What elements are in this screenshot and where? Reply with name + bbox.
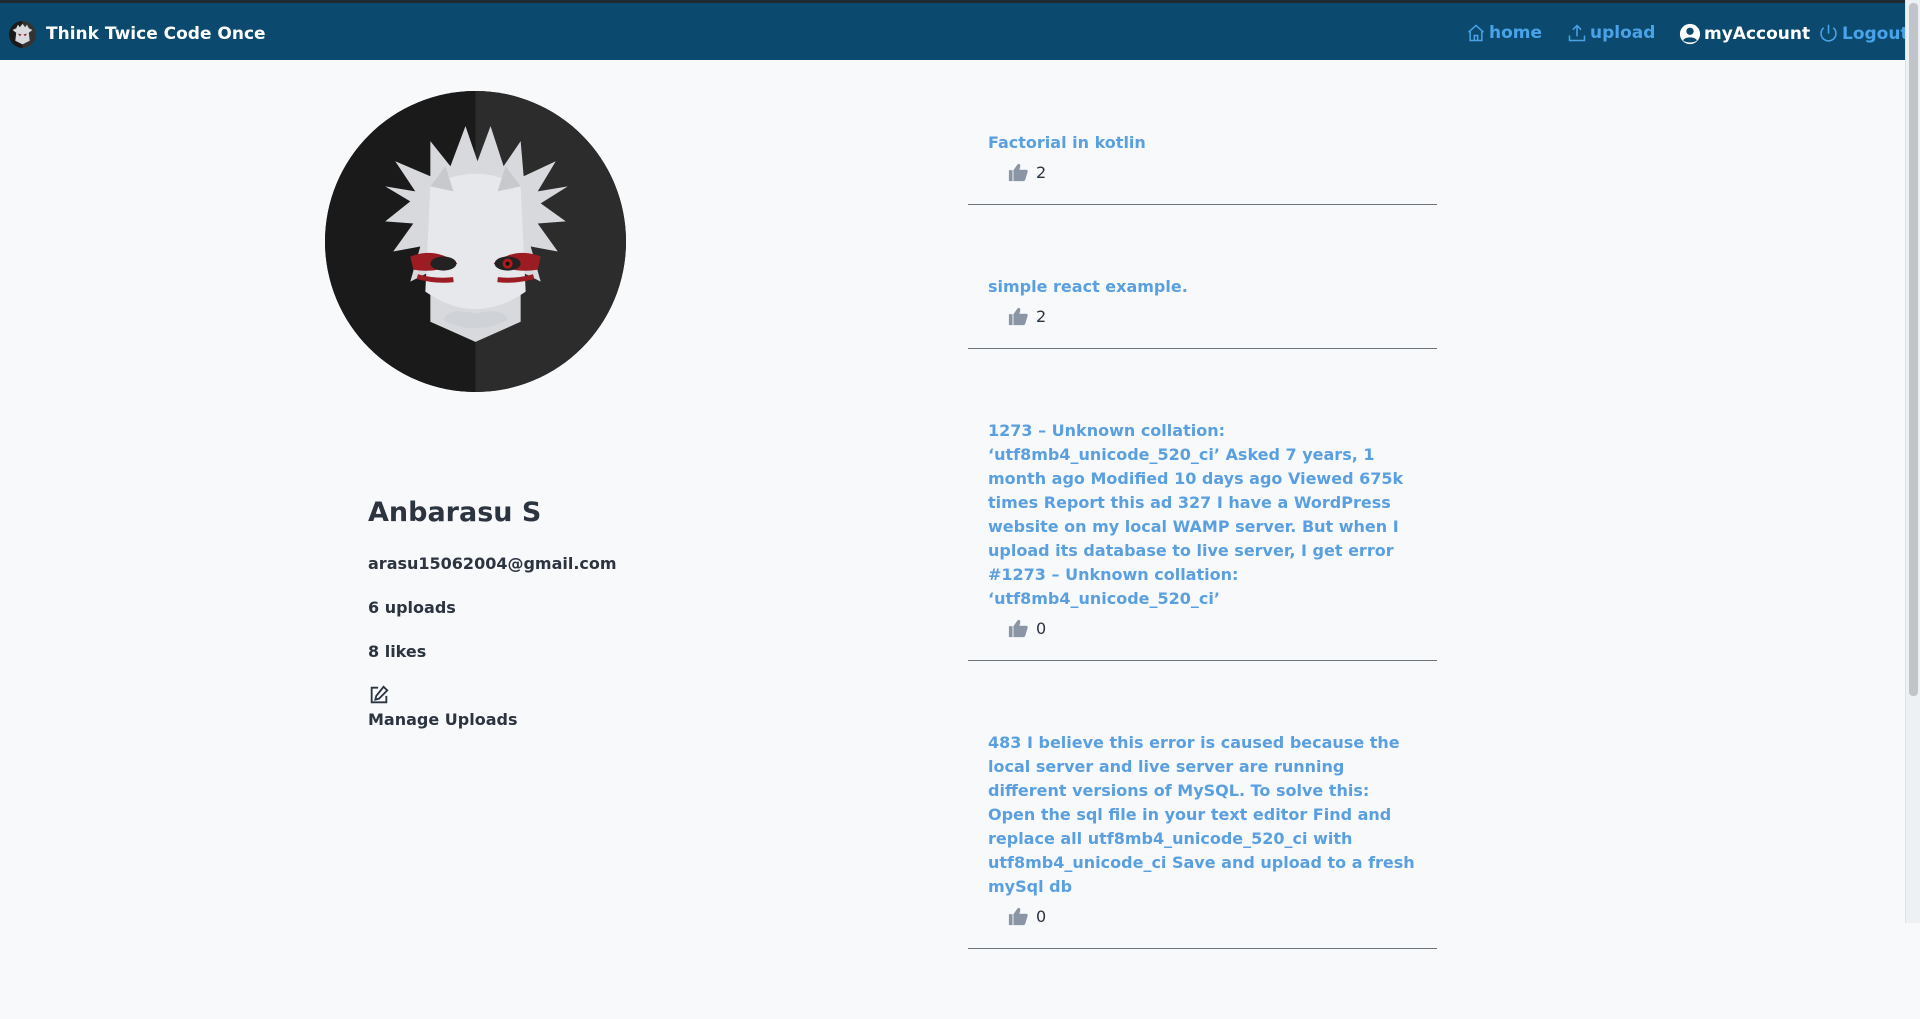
nav-logout[interactable]: Logout [1818, 23, 1909, 44]
logo-icon [9, 20, 36, 48]
post-item: 483 I believe this error is caused becau… [968, 731, 1437, 949]
post-divider [968, 660, 1437, 661]
nav-upload-label: upload [1590, 23, 1656, 43]
brand[interactable]: Think Twice Code Once [9, 19, 266, 49]
profile-avatar [325, 91, 626, 392]
profile-name: Anbarasu S [368, 497, 542, 528]
brand-title[interactable]: Think Twice Code Once [46, 24, 266, 44]
like-count: 0 [1036, 618, 1047, 638]
home-icon [1468, 24, 1484, 42]
profile-email: arasu15062004@gmail.com [368, 554, 617, 573]
page-scrollbar[interactable] [1905, 0, 1920, 923]
post-divider [968, 348, 1437, 349]
nav-account-label: myAccount [1704, 24, 1811, 44]
post-item: Factorial in kotlin 2 [968, 131, 1437, 205]
top-navbar: Think Twice Code Once home upload myAcco… [0, 0, 1909, 60]
like-count: 2 [1036, 306, 1047, 326]
thumbs-up-icon[interactable] [1007, 906, 1029, 926]
nav-my-account[interactable]: myAccount [1679, 23, 1810, 45]
post-item: simple react example. 2 [968, 275, 1437, 349]
edit-icon[interactable] [368, 684, 390, 706]
profile-uploads-count: 6 uploads [368, 598, 456, 617]
thumbs-up-icon[interactable] [1007, 618, 1029, 638]
post-title[interactable]: Factorial in kotlin [988, 131, 1418, 155]
thumbs-up-icon[interactable] [1007, 162, 1029, 182]
nav-upload[interactable]: upload [1567, 23, 1655, 43]
user-circle-icon [1679, 23, 1701, 45]
nav-home[interactable]: home [1466, 23, 1542, 43]
manage-uploads-link[interactable]: Manage Uploads [368, 710, 517, 729]
post-item: 1273 – Unknown collation: ‘utf8mb4_unico… [968, 419, 1437, 661]
nav-home-label: home [1489, 23, 1543, 43]
post-likes: 0 [1007, 614, 1417, 642]
post-likes: 0 [1007, 902, 1417, 930]
post-likes: 2 [1007, 158, 1417, 186]
post-divider [968, 204, 1437, 205]
upload-icon [1568, 24, 1586, 42]
post-title[interactable]: 483 I believe this error is caused becau… [988, 731, 1418, 899]
scrollbar-thumb[interactable] [1909, 3, 1918, 696]
like-count: 2 [1036, 162, 1047, 182]
profile-likes-count: 8 likes [368, 642, 427, 661]
post-title[interactable]: simple react example. [988, 275, 1418, 299]
nav-logout-label: Logout [1842, 23, 1909, 44]
power-icon [1820, 24, 1837, 42]
post-title[interactable]: 1273 – Unknown collation: ‘utf8mb4_unico… [988, 419, 1418, 611]
post-divider [968, 948, 1437, 949]
thumbs-up-icon[interactable] [1007, 306, 1029, 326]
posts-list: Factorial in kotlin 2 simple react examp… [968, 131, 1437, 1019]
post-likes: 2 [1007, 302, 1417, 330]
